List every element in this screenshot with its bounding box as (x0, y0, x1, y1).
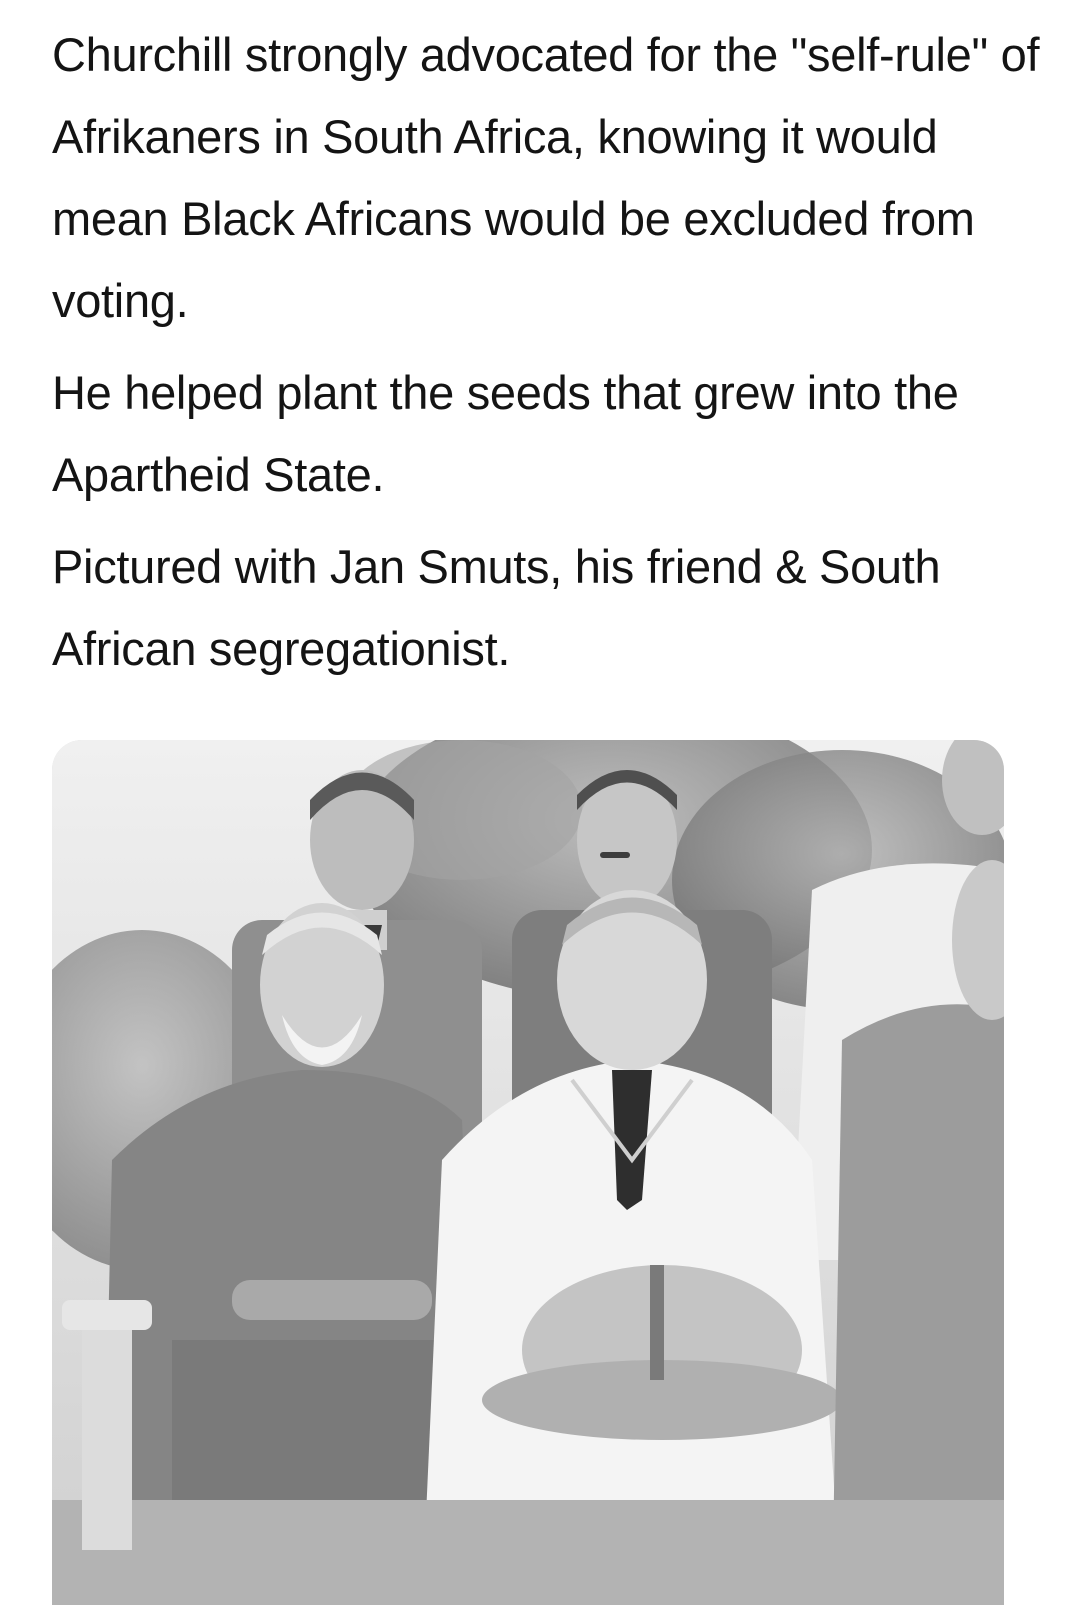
tweet-paragraph-2: He helped plant the seeds that grew into… (52, 366, 959, 501)
tweet-text: Churchill strongly advocated for the "se… (52, 14, 1042, 700)
tweet-paragraph-3: Pictured with Jan Smuts, his friend & So… (52, 540, 941, 675)
tweet-post: Churchill strongly advocated for the "se… (0, 0, 1080, 1605)
tweet-paragraph-1: Churchill strongly advocated for the "se… (52, 28, 1040, 327)
tweet-photo[interactable] (52, 740, 1004, 1605)
group-photo-illustration (52, 740, 1004, 1605)
